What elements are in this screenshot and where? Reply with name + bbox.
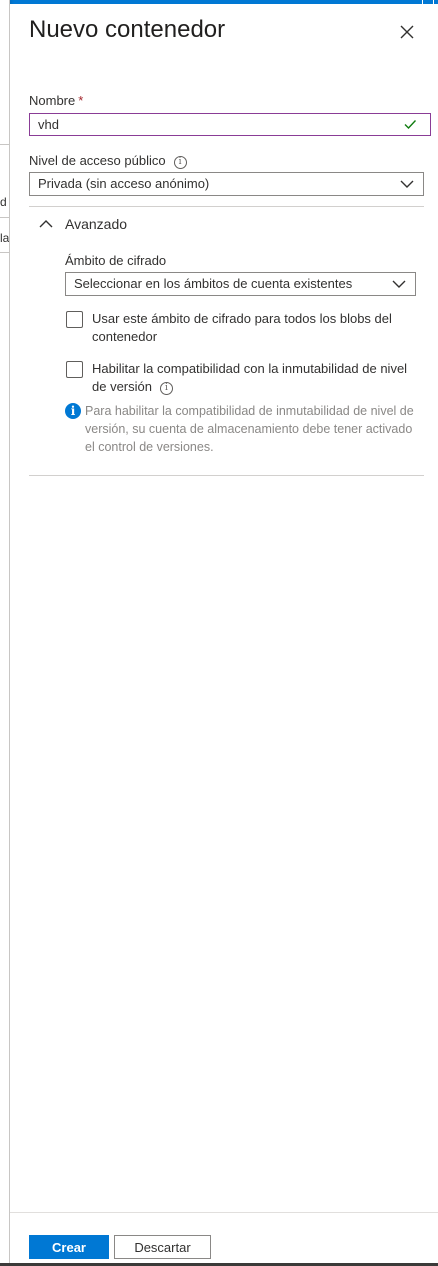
encryption-scope-placeholder: Seleccionar en los ámbitos de cuenta exi…: [74, 276, 353, 291]
chevron-down-icon: [392, 280, 406, 288]
create-button[interactable]: Crear: [29, 1235, 109, 1259]
name-label-text: Nombre: [29, 93, 76, 108]
access-level-label: Nivel de acceso público i: [29, 153, 187, 169]
encryption-scope-dropdown[interactable]: Seleccionar en los ámbitos de cuenta exi…: [65, 272, 416, 296]
info-icon[interactable]: i: [159, 382, 173, 395]
versioning-note: Para habilitar la compatibilidad de inmu…: [85, 404, 414, 454]
info-icon[interactable]: i: [173, 156, 187, 169]
encryption-scope-label: Ámbito de cifrado: [65, 253, 167, 268]
info-filled-icon: i: [65, 403, 81, 419]
background-row-text: la: [0, 231, 10, 245]
new-container-panel: Nuevo contenedor Nombre* Nivel de acceso…: [10, 4, 438, 1266]
section-divider: [29, 475, 424, 476]
background-row-divider: [0, 144, 9, 145]
version-immutability-label: Habilitar la compatibilidad con la inmut…: [92, 360, 422, 396]
discard-button[interactable]: Descartar: [114, 1235, 211, 1259]
background-row-divider: [0, 252, 9, 253]
background-blade: d la: [0, 0, 10, 1266]
section-divider: [29, 206, 424, 207]
access-level-dropdown[interactable]: Privada (sin acceso anónimo): [29, 172, 424, 196]
name-label: Nombre *: [29, 93, 83, 108]
access-level-label-text: Nivel de acceso público: [29, 153, 166, 168]
advanced-section-label: Avanzado: [65, 216, 128, 232]
version-immutability-label-text: Habilitar la compatibilidad con la inmut…: [92, 361, 408, 394]
version-immutability-checkbox[interactable]: [66, 361, 83, 378]
use-scope-all-blobs-checkbox[interactable]: [66, 311, 83, 328]
name-input[interactable]: [29, 113, 431, 136]
chevron-down-icon: [400, 180, 414, 188]
close-icon[interactable]: [399, 24, 415, 40]
background-row-text: d: [0, 195, 7, 209]
panel-title: Nuevo contenedor: [29, 16, 226, 43]
chevron-up-icon: [39, 220, 53, 228]
footer-divider: [10, 1212, 438, 1213]
use-scope-all-blobs-label: Usar este ámbito de cifrado para todos l…: [92, 311, 392, 344]
required-indicator: *: [78, 93, 84, 108]
background-row-divider: [0, 217, 9, 218]
access-level-selected: Privada (sin acceso anónimo): [38, 176, 210, 191]
